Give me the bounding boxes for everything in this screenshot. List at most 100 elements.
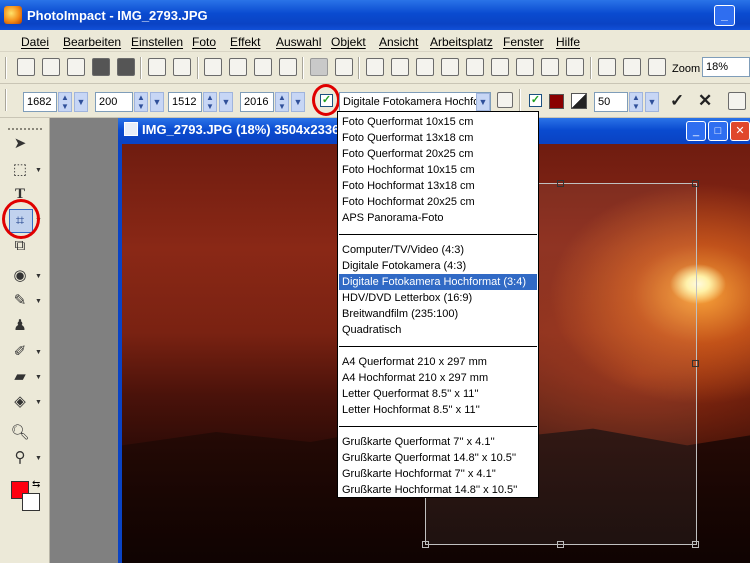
preset-option[interactable]: Foto Hochformat 13x18 cm: [339, 178, 537, 194]
contrast-icon[interactable]: [466, 58, 484, 76]
web-icon[interactable]: [566, 58, 584, 76]
new-file-icon[interactable]: [17, 58, 35, 76]
preset-option[interactable]: Computer/TV/Video (4:3): [339, 242, 537, 258]
fill-tool-icon[interactable]: ◈: [10, 392, 30, 412]
preset-option[interactable]: Foto Querformat 10x15 cm: [339, 114, 537, 130]
copy-icon[interactable]: [229, 58, 247, 76]
chevron-down-icon[interactable]: ▼: [35, 374, 42, 381]
document-maximize-button[interactable]: □: [708, 121, 728, 141]
chevron-down-icon[interactable]: ▼: [476, 93, 490, 111]
shade-color-swatch[interactable]: [549, 94, 564, 109]
preset-option[interactable]: Grußkarte Hochformat 14.8'' x 10.5'': [339, 482, 537, 498]
preset-option[interactable]: Digitale Fotokamera (4:3): [339, 258, 537, 274]
rotate-crop-icon[interactable]: [497, 92, 513, 108]
paste-icon[interactable]: [254, 58, 272, 76]
save-as-icon[interactable]: [117, 58, 135, 76]
crop-width-spinner[interactable]: ▲ ▼: [203, 92, 217, 112]
preset-option[interactable]: Breitwandfilm (235:100): [339, 306, 537, 322]
image-icon[interactable]: [516, 58, 534, 76]
browse-icon[interactable]: [67, 58, 85, 76]
eye-tool-icon[interactable]: ◉: [10, 266, 30, 286]
preset-option-selected[interactable]: Digitale Fotokamera Hochformat (3:4): [339, 274, 537, 290]
camera-icon[interactable]: [366, 58, 384, 76]
shade-mode-icon[interactable]: [571, 93, 587, 109]
background-color-swatch[interactable]: [22, 493, 40, 511]
crop-top-input[interactable]: 200: [95, 92, 133, 112]
link-icon[interactable]: [598, 58, 616, 76]
menu-hilfe[interactable]: Hilfe: [556, 35, 580, 49]
preset-option[interactable]: Grußkarte Hochformat 7'' x 4.1'': [339, 466, 537, 482]
fix-icon[interactable]: [441, 58, 459, 76]
paint-tool-icon[interactable]: ✎: [10, 291, 30, 311]
preset-option[interactable]: Foto Hochformat 20x25 cm: [339, 194, 537, 210]
save-icon[interactable]: [92, 58, 110, 76]
eraser-tool-icon[interactable]: ▰: [10, 367, 30, 387]
crop-handle-bottom-left[interactable]: [422, 541, 429, 548]
chevron-down-icon[interactable]: ▼: [35, 298, 42, 305]
selection-tool-icon[interactable]: ⬚: [10, 160, 30, 180]
email-icon[interactable]: [173, 58, 191, 76]
crop-left-spinner[interactable]: ▲ ▼: [58, 92, 72, 112]
crop-left-input[interactable]: 1682: [23, 92, 57, 112]
undo-icon[interactable]: [310, 58, 328, 76]
crop-left-dropdown[interactable]: ▼: [74, 92, 88, 112]
color-adjust-icon[interactable]: [416, 58, 434, 76]
zoom-input[interactable]: 18%: [702, 57, 750, 77]
document-minimize-button[interactable]: _: [686, 121, 706, 141]
export-icon[interactable]: [623, 58, 641, 76]
menu-ansicht[interactable]: Ansicht: [379, 35, 418, 49]
crop-settings-icon[interactable]: [728, 92, 746, 110]
crop-top-dropdown[interactable]: ▼: [150, 92, 164, 112]
x-icon[interactable]: ✕: [698, 91, 712, 111]
frame-icon[interactable]: [541, 58, 559, 76]
preset-option[interactable]: Grußkarte Querformat 7'' x 4.1'': [339, 434, 537, 450]
chevron-down-icon[interactable]: ▼: [35, 349, 42, 356]
chevron-down-icon[interactable]: ▼: [35, 399, 42, 406]
crop-handle-right[interactable]: [692, 360, 699, 367]
menu-datei[interactable]: Datei: [21, 35, 49, 49]
crop-preset-select[interactable]: Digitale Fotokamera Hochformat (3:4): [339, 92, 491, 112]
enhance-icon[interactable]: [391, 58, 409, 76]
brightness-icon[interactable]: [491, 58, 509, 76]
print-icon[interactable]: [148, 58, 166, 76]
chevron-down-icon[interactable]: ▼: [35, 167, 42, 174]
zoom-tool-icon[interactable]: 🔍︎: [10, 423, 30, 443]
preset-option[interactable]: APS Panorama-Foto: [339, 210, 537, 226]
crop-width-dropdown[interactable]: ▼: [219, 92, 233, 112]
crop-height-dropdown[interactable]: ▼: [291, 92, 305, 112]
crop-handle-bottom[interactable]: [557, 541, 564, 548]
chevron-down-icon[interactable]: ▼: [35, 455, 42, 462]
crop-top-spinner[interactable]: ▲ ▼: [134, 92, 148, 112]
crop-height-spinner[interactable]: ▲ ▼: [275, 92, 289, 112]
menu-arbeitsplatz[interactable]: Arbeitsplatz: [430, 35, 493, 49]
pick-tool-icon[interactable]: ➤: [10, 134, 30, 154]
checkmark-icon[interactable]: ✓: [670, 91, 684, 111]
cut-icon[interactable]: [204, 58, 222, 76]
crop-handle-top[interactable]: [557, 180, 564, 187]
preset-option[interactable]: Letter Hochformat 8.5'' x 11'': [339, 402, 537, 418]
window-minimize-button[interactable]: _: [714, 5, 735, 26]
shade-opacity-input[interactable]: 50: [594, 92, 628, 112]
shade-checkbox[interactable]: ✓: [529, 94, 542, 107]
preset-option[interactable]: A4 Hochformat 210 x 297 mm: [339, 370, 537, 386]
preset-option[interactable]: Letter Querformat 8.5'' x 11'': [339, 386, 537, 402]
paste-new-icon[interactable]: [279, 58, 297, 76]
stamp-tool-icon[interactable]: ♟: [10, 316, 30, 336]
menu-bearbeiten[interactable]: Bearbeiten: [63, 35, 121, 49]
redo-icon[interactable]: [335, 58, 353, 76]
menu-effekt[interactable]: Effekt: [230, 35, 260, 49]
crop-handle-bottom-right[interactable]: [692, 541, 699, 548]
menu-fenster[interactable]: Fenster: [503, 35, 544, 49]
preset-option[interactable]: Foto Hochformat 10x15 cm: [339, 162, 537, 178]
transform-tool-icon[interactable]: ⧉: [10, 236, 30, 256]
preset-option[interactable]: Foto Querformat 20x25 cm: [339, 146, 537, 162]
crop-height-input[interactable]: 2016: [240, 92, 274, 112]
retouch-tool-icon[interactable]: ✐: [10, 342, 30, 362]
opacity-dropdown[interactable]: ▼: [645, 92, 659, 112]
preset-option[interactable]: Quadratisch: [339, 322, 537, 338]
preset-option[interactable]: Grußkarte Querformat 14.8'' x 10.5'': [339, 450, 537, 466]
crop-handle-top-right[interactable]: [692, 180, 699, 187]
menu-auswahl[interactable]: Auswahl: [276, 35, 321, 49]
menu-foto[interactable]: Foto: [192, 35, 216, 49]
crop-width-input[interactable]: 1512: [168, 92, 202, 112]
